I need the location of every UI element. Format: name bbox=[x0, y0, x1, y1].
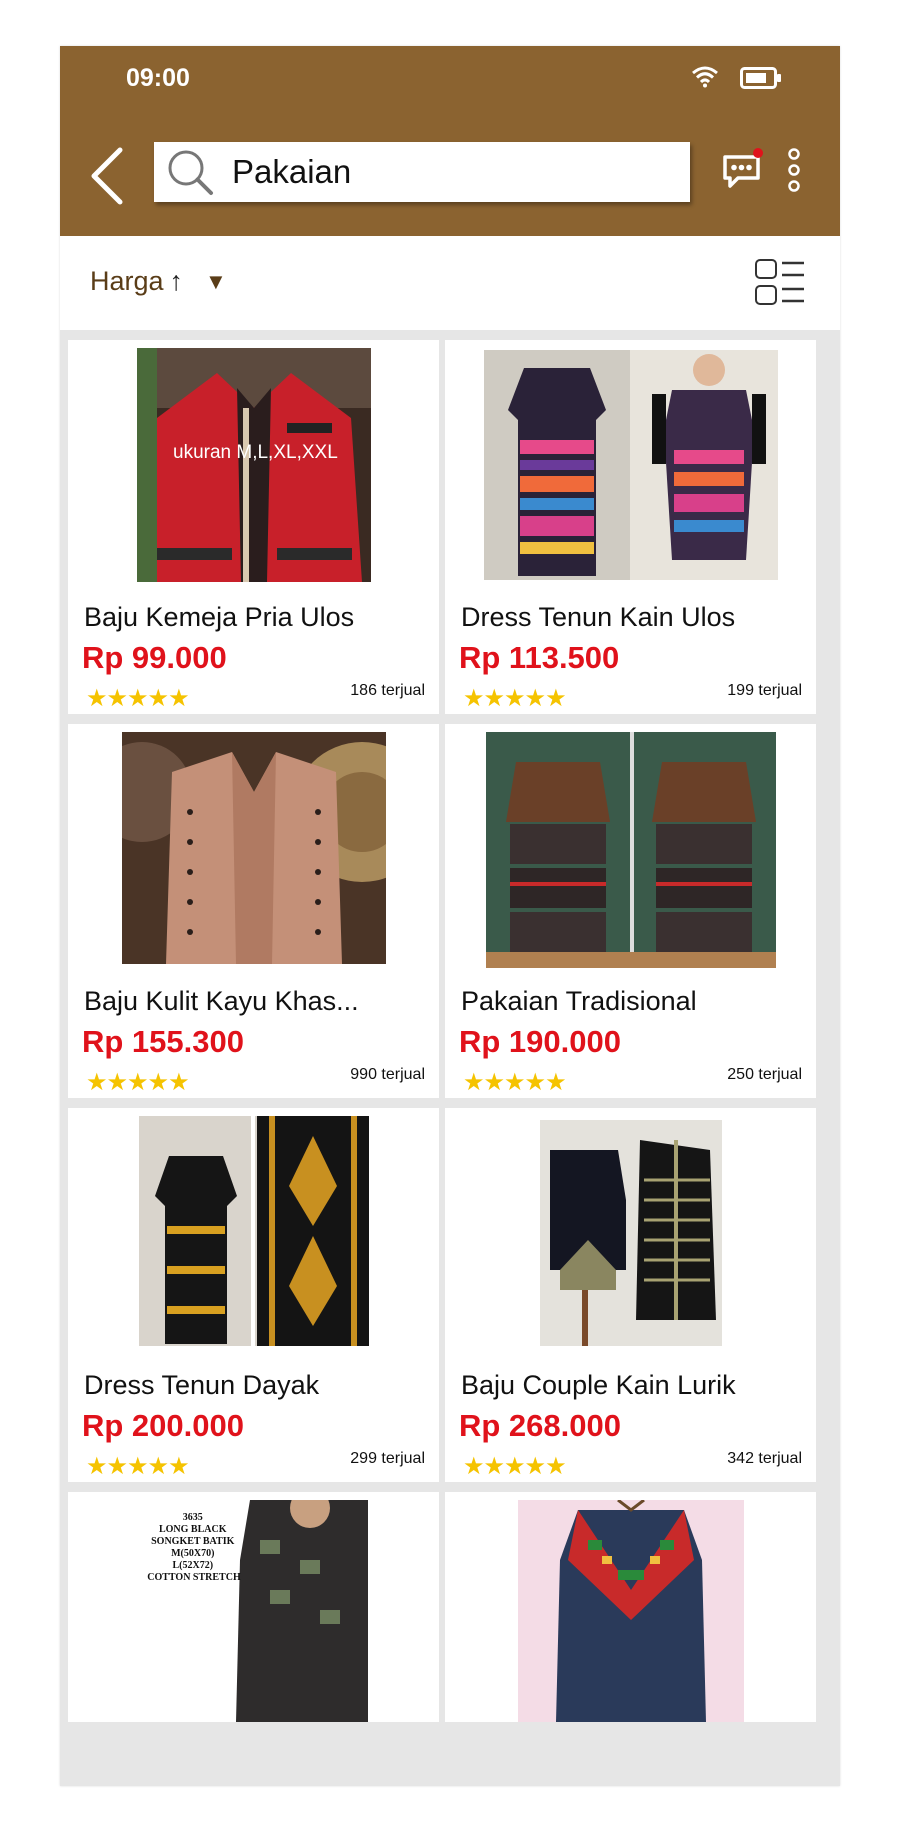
rating-stars: ★★★★★ bbox=[86, 1453, 190, 1480]
sort-price-button[interactable]: Harga ↑ ▼ bbox=[90, 266, 227, 297]
sort-label: Harga bbox=[90, 266, 164, 296]
product-image bbox=[138, 1116, 369, 1346]
rating-stars: ★★★★★ bbox=[463, 685, 567, 712]
back-arrow-icon[interactable] bbox=[86, 146, 128, 206]
product-grid: ukuran M,L,XL,XXL Baju Kemeja Pria Ulos … bbox=[68, 340, 832, 1722]
product-image bbox=[121, 732, 386, 964]
product-card[interactable]: Baju Couple Kain Lurik Rp 268.000 ★★★★★ … bbox=[445, 1108, 816, 1482]
rating-stars: ★★★★★ bbox=[463, 1453, 567, 1480]
rating-stars: ★★★★★ bbox=[86, 1069, 190, 1096]
product-image bbox=[485, 732, 776, 968]
product-title: Baju Couple Kain Lurik bbox=[461, 1370, 736, 1400]
product-image bbox=[483, 350, 778, 580]
sold-count: 990 terjual bbox=[350, 1066, 425, 1083]
product-title: Pakaian Tradisional bbox=[461, 986, 697, 1016]
product-price: Rp 155.300 bbox=[82, 1024, 244, 1059]
product-price: Rp 113.500 bbox=[459, 640, 620, 675]
sold-count: 250 terjual bbox=[727, 1066, 802, 1083]
sold-count: 299 terjual bbox=[350, 1450, 425, 1467]
status-time: 09:00 bbox=[126, 64, 190, 92]
product-image bbox=[517, 1500, 744, 1722]
product-card[interactable]: Dress Tenun Dayak Rp 200.000 ★★★★★ 299 t… bbox=[68, 1108, 439, 1482]
product-card[interactable]: Pakaian Tradisional Rp 190.000 ★★★★★ 250… bbox=[445, 724, 816, 1098]
notification-dot bbox=[753, 148, 763, 158]
filter-bar: Harga ↑ ▼ bbox=[60, 236, 840, 330]
sort-arrow-up-icon: ↑ bbox=[169, 266, 184, 296]
product-title: Baju Kulit Kayu Khas... bbox=[84, 986, 359, 1016]
product-image bbox=[539, 1120, 722, 1346]
more-vertical-icon[interactable] bbox=[782, 146, 806, 194]
product-card[interactable]: ukuran M,L,XL,XXL Baju Kemeja Pria Ulos … bbox=[68, 340, 439, 714]
image-caption: ukuran M,L,XL,XXL bbox=[173, 442, 338, 463]
dropdown-caret-icon: ▼ bbox=[205, 268, 227, 294]
product-card[interactable]: 3635 LONG BLACK SONGKET BATIK M(50X70) L… bbox=[68, 1492, 439, 1722]
product-title: Baju Kemeja Pria Ulos bbox=[84, 602, 355, 632]
product-price: Rp 190.000 bbox=[459, 1024, 621, 1059]
product-title: Dress Tenun Kain Ulos bbox=[461, 602, 736, 632]
battery-icon bbox=[740, 67, 781, 89]
product-image: 3635 LONG BLACK SONGKET BATIK M(50X70) L… bbox=[139, 1500, 368, 1722]
product-price: Rp 268.000 bbox=[459, 1408, 621, 1443]
product-price: Rp 99.000 bbox=[82, 640, 227, 675]
search-icon bbox=[168, 150, 213, 195]
list-view-icon[interactable] bbox=[754, 258, 806, 306]
rating-stars: ★★★★★ bbox=[463, 1069, 567, 1096]
search-input[interactable] bbox=[230, 152, 674, 192]
phone-screen: 09:00 Pakaian Harga ↑ ▼ ukuran M,L,XL,XX… bbox=[60, 46, 840, 1786]
sold-count: 186 terjual bbox=[350, 682, 425, 699]
product-price: Rp 200.000 bbox=[82, 1408, 244, 1443]
sold-count: 342 terjual bbox=[727, 1450, 802, 1467]
sold-count: 199 terjual bbox=[727, 682, 802, 699]
search-bar[interactable] bbox=[154, 142, 690, 202]
product-image: ukuran M,L,XL,XXL bbox=[136, 348, 371, 582]
product-card[interactable]: Baju Kulit Kayu Khas... Rp 155.300 ★★★★★… bbox=[68, 724, 439, 1098]
rating-stars: ★★★★★ bbox=[86, 685, 190, 712]
chat-icon[interactable] bbox=[720, 148, 766, 194]
app-header: 09:00 bbox=[60, 46, 840, 236]
product-card[interactable] bbox=[445, 1492, 816, 1722]
wifi-icon bbox=[692, 66, 718, 88]
product-title: Dress Tenun Dayak bbox=[84, 1370, 320, 1400]
product-card[interactable]: Dress Tenun Kain Ulos Rp 113.500 ★★★★★ 1… bbox=[445, 340, 816, 714]
